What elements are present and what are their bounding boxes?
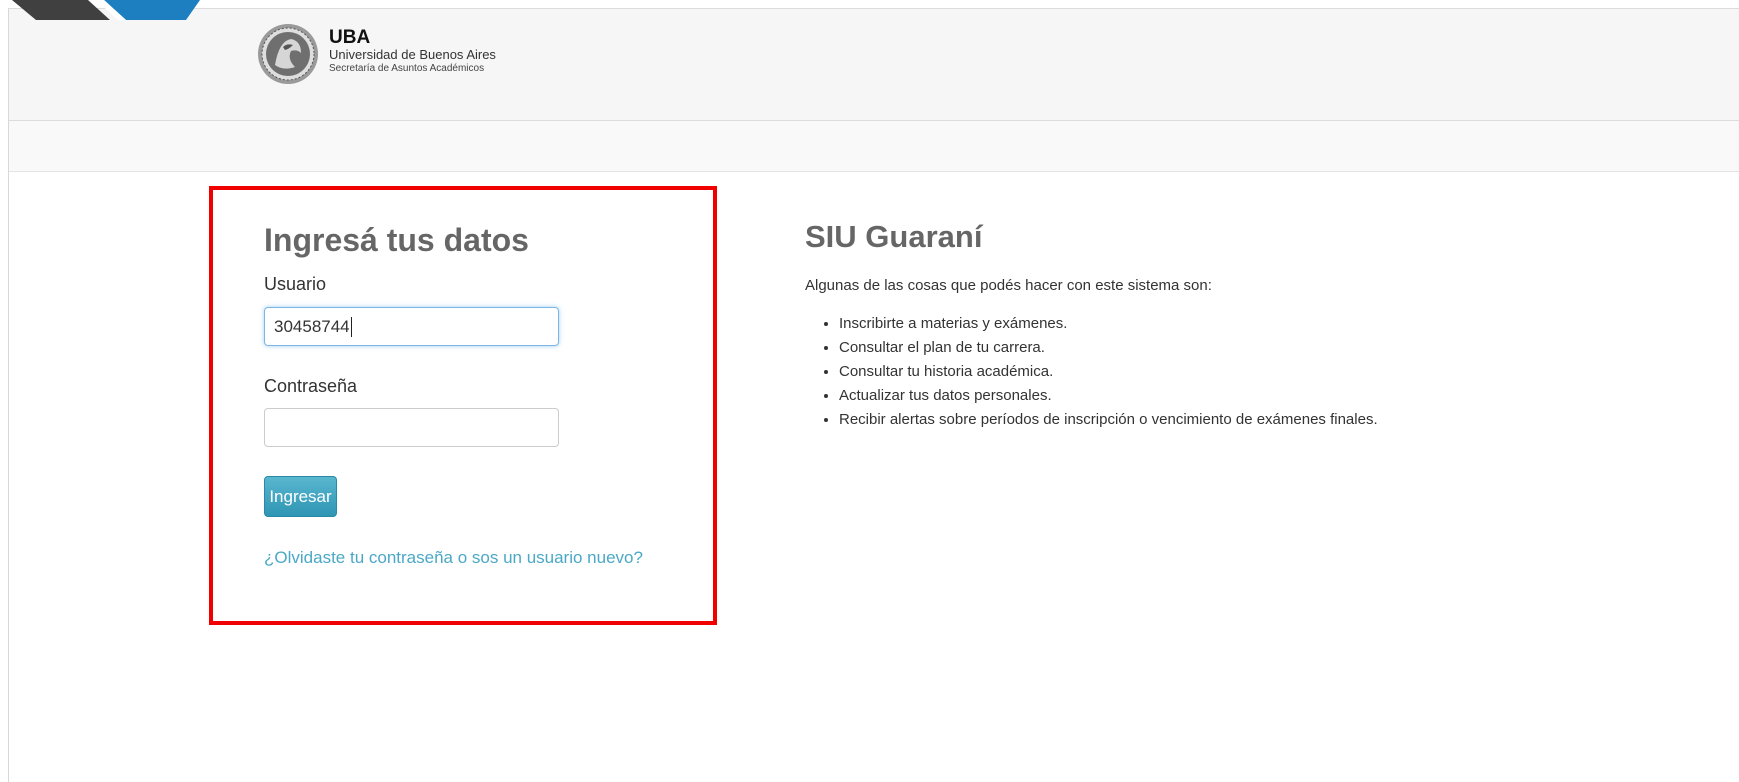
forgot-password-link[interactable]: ¿Olvidaste tu contraseña o sos un usuari… (264, 548, 643, 568)
password-input[interactable] (264, 408, 559, 447)
list-item: Inscribirte a materias y exámenes. (839, 312, 1378, 336)
list-item: Recibir alertas sobre períodos de inscri… (839, 408, 1378, 432)
list-item: Consultar el plan de tu carrera. (839, 336, 1378, 360)
header: UBA Universidad de Buenos Aires Secretar… (9, 9, 1739, 121)
user-input[interactable]: 30458744 (264, 307, 559, 346)
feature-list: Inscribirte a materias y exámenes. Consu… (805, 312, 1378, 432)
brand-name: UBA (329, 26, 371, 48)
text-caret (350, 316, 352, 337)
university-name: Universidad de Buenos Aires (329, 46, 496, 62)
list-item: Actualizar tus datos personales. (839, 384, 1378, 408)
page: UBA Universidad de Buenos Aires Secretar… (8, 8, 1739, 782)
submit-button[interactable]: Ingresar (264, 476, 337, 517)
department-name: Secretaría de Asuntos Académicos (329, 62, 485, 74)
login-title: Ingresá tus datos (264, 222, 529, 258)
user-input-value: 30458744 (274, 316, 350, 336)
user-label: Usuario (264, 274, 327, 294)
login-form-highlight: Ingresá tus datos Usuario 30458744 Contr… (209, 186, 717, 625)
info-panel: SIU Guaraní Algunas de las cosas que pod… (805, 219, 1705, 428)
corner-decoration (0, 0, 210, 20)
navbar (9, 121, 1739, 172)
uba-seal-icon (258, 24, 318, 84)
info-title: SIU Guaraní (805, 219, 983, 254)
password-label: Contraseña (264, 376, 358, 396)
info-intro: Algunas de las cosas que podés hacer con… (805, 277, 1212, 294)
logo[interactable]: UBA Universidad de Buenos Aires Secretar… (257, 23, 496, 85)
list-item: Consultar tu historia académica. (839, 360, 1378, 384)
